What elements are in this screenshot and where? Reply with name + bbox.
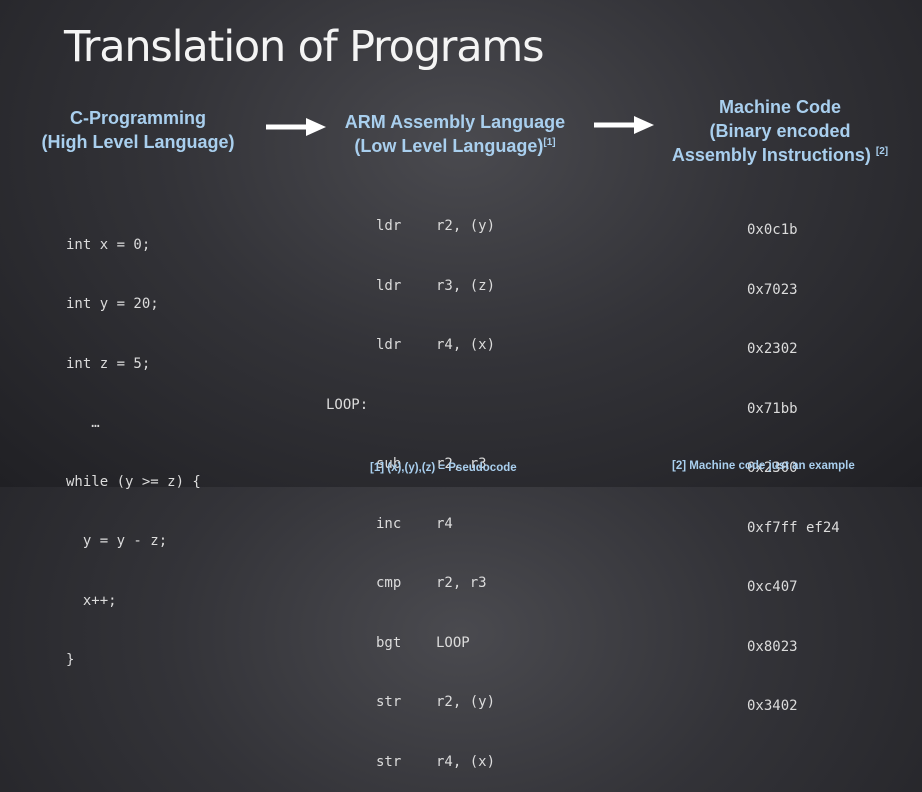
asm-line: inc r4 — [326, 511, 453, 539]
code-line: int x = 0; — [66, 237, 151, 253]
asm-opcode: bgt — [376, 634, 402, 651]
mc-footnote-ref: [2] — [875, 146, 889, 157]
code-line: x++; — [66, 592, 117, 609]
machine-code-line: 0x7023 — [747, 281, 798, 298]
asm-opcode: str — [376, 694, 402, 710]
c-heading-line1: C-Programming — [69, 108, 206, 128]
asm-operands: LOOP — [436, 634, 470, 651]
asm-line: LOOP: — [326, 392, 368, 420]
asm-operands: r2, r3 — [436, 575, 487, 591]
machine-code-line: 0x0c1b — [747, 222, 798, 238]
asm-line: str r2, (y) — [326, 689, 495, 717]
asm-opcode: str — [376, 753, 402, 770]
arm-heading-line2: (Low Level Language)[1] — [330, 134, 580, 158]
asm-operands: r4, (x) — [436, 337, 496, 353]
machine-code-line: 0xc407 — [747, 579, 798, 595]
mc-heading-line3-text: Assembly Instructions) — [671, 145, 871, 165]
asm-line: str r4, (x) — [326, 749, 495, 777]
asm-opcode: ldr — [376, 218, 402, 234]
machine-code-line: 0x2302 — [747, 341, 798, 357]
arm-heading-line2-text: (Low Level Language) — [354, 136, 544, 156]
c-code-block: int x = 0; int y = 20; int z = 5; … whil… — [66, 200, 201, 690]
asm-line: sub r2, r3 — [326, 451, 487, 479]
footnote-machine-code-example: [2] Machine code just an example — [672, 460, 855, 472]
machine-code-line: 0x8023 — [747, 638, 798, 655]
code-line: int y = 20; — [66, 296, 159, 313]
machine-code-line: 0x3402 — [747, 698, 798, 714]
c-programming-heading: C-Programming (High Level Language) — [38, 106, 238, 154]
asm-line: cmp r2, r3 — [326, 570, 487, 598]
asm-opcode: cmp — [376, 575, 402, 591]
arrow-right-icon — [594, 116, 654, 134]
mc-heading-line3: Assembly Instructions) [2] — [660, 143, 900, 167]
mc-heading-line1: Machine Code — [718, 97, 842, 117]
asm-line: ldr r2, (y) — [326, 213, 495, 241]
footnote-pseudocode: [1] (x),(y),(z) = Pseudocode — [370, 462, 517, 474]
code-line: } — [66, 652, 75, 669]
code-line: … — [66, 414, 100, 431]
asm-operands: r2, (y) — [436, 694, 496, 710]
asm-operands: r2, (y) — [436, 218, 496, 234]
asm-label: LOOP: — [326, 396, 369, 413]
arm-footnote-ref: [1] — [543, 137, 556, 148]
code-line: y = y - z; — [66, 533, 168, 550]
asm-operands: r4 — [436, 515, 453, 532]
asm-line: ldr r4, (x) — [326, 332, 495, 360]
arm-assembly-heading: ARM Assembly Language (Low Level Languag… — [330, 110, 580, 158]
asm-line: ldr r3, (z) — [326, 273, 495, 301]
arm-heading-line1: ARM Assembly Language — [344, 112, 566, 132]
asm-opcode: ldr — [376, 337, 402, 353]
asm-line: bgt LOOP — [326, 630, 470, 658]
asm-operands: r3, (z) — [436, 277, 496, 294]
machine-code-line: 0xf7ff ef24 — [747, 519, 840, 536]
code-line: while (y >= z) { — [66, 474, 201, 491]
asm-operands: r4, (x) — [436, 753, 496, 770]
asm-opcode: inc — [376, 515, 402, 532]
code-line: int z = 5; — [66, 355, 151, 372]
c-heading-line2: (High Level Language) — [41, 132, 235, 152]
machine-code-line: 0x71bb — [747, 400, 798, 417]
machine-code-heading: Machine Code (Binary encoded Assembly In… — [660, 95, 900, 167]
asm-opcode: ldr — [376, 277, 402, 294]
arrow-right-icon — [266, 118, 326, 136]
mc-heading-line2: (Binary encoded — [709, 121, 851, 141]
slide-title: Translation of Programs — [64, 22, 545, 72]
